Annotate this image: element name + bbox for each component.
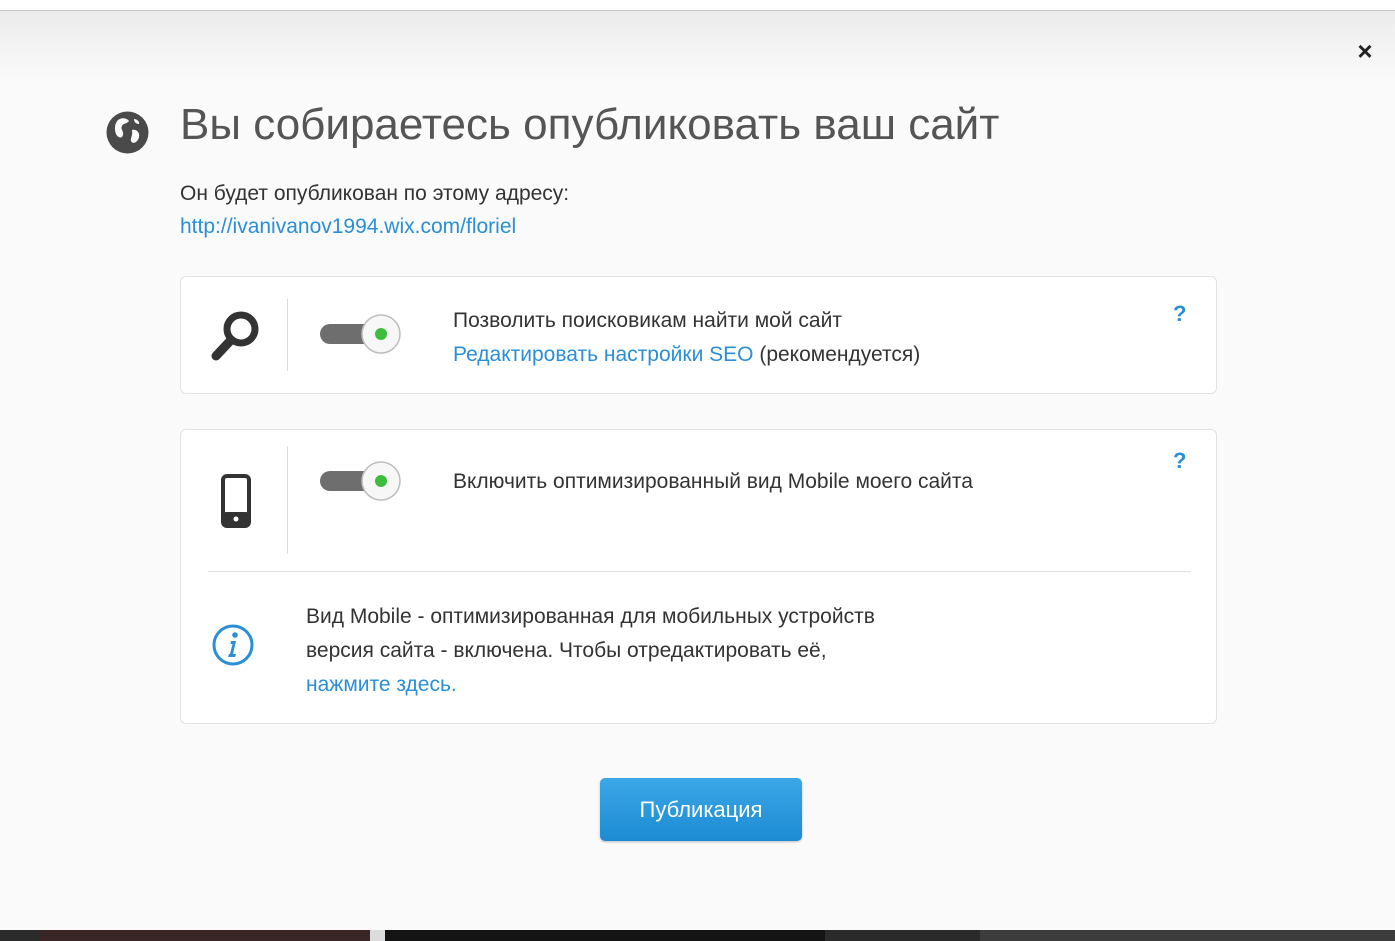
mobile-option-card: Включить оптимизированный вид Mobile мое… (180, 429, 1217, 724)
site-url-link[interactable]: http://ivanivanov1994.wix.com/floriel (180, 215, 516, 239)
mobile-help-button[interactable]: ? (1173, 448, 1186, 474)
info-icon (212, 624, 254, 666)
mobile-info-text: Вид Mobile - оптимизированная для мобиль… (306, 600, 1126, 702)
info-line-1: Вид Mobile - оптимизированная для мобиль… (306, 605, 875, 628)
seo-option-label: Позволить поисковикам найти мой сайт (453, 309, 842, 332)
dialog-title: Вы собираетесь опубликовать ваш сайт (180, 100, 1000, 149)
dialog-header (0, 11, 1395, 81)
edit-seo-settings-link[interactable]: Редактировать настройки SEO (453, 343, 753, 366)
info-line-2: версия сайта - включена. Чтобы отредакти… (306, 639, 827, 662)
publish-address-label: Он будет опубликован по этому адресу: (180, 182, 570, 205)
edit-mobile-link[interactable]: нажмите здесь. (306, 673, 457, 696)
recommended-note: (рекомендуется) (759, 343, 921, 366)
globe-icon (106, 111, 149, 154)
vertical-divider (287, 299, 288, 371)
seo-help-button[interactable]: ? (1173, 301, 1186, 327)
mobile-phone-icon (221, 474, 251, 528)
horizontal-divider (208, 571, 1191, 572)
mobile-option-label: Включить оптимизированный вид Mobile мое… (453, 470, 973, 493)
seo-toggle[interactable] (317, 313, 403, 359)
mobile-toggle[interactable] (317, 460, 403, 506)
background-page-strip (0, 930, 1395, 941)
publish-button[interactable]: Публикация (600, 778, 802, 841)
top-border (0, 0, 1395, 11)
close-button[interactable]: × (1350, 36, 1380, 66)
seo-option-card: Позволить поисковикам найти мой сайт Ред… (180, 276, 1217, 394)
vertical-divider (287, 446, 288, 554)
search-icon (211, 311, 259, 361)
seo-option-subline: Редактировать настройки SEO (рекомендует… (453, 343, 920, 367)
